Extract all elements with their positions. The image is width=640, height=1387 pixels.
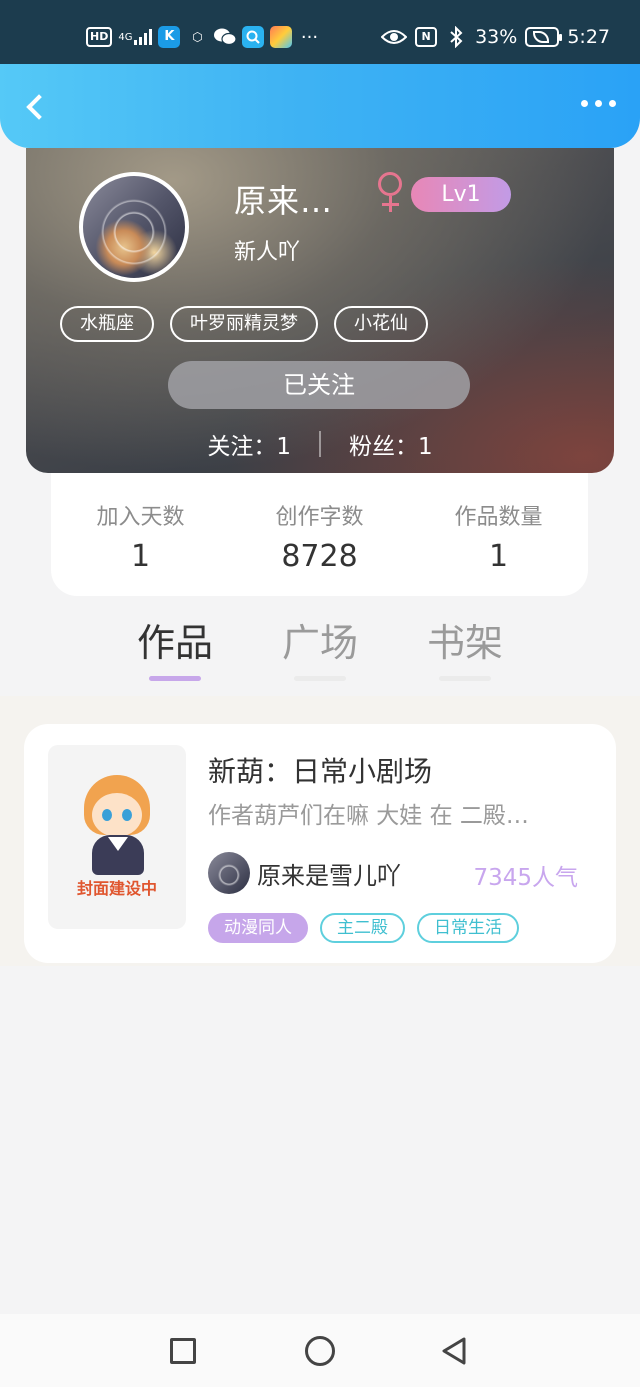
divider: [319, 431, 321, 457]
home-icon[interactable]: [305, 1336, 335, 1366]
status-bar-right: N 33% 5:27: [381, 26, 610, 48]
back-triangle-icon[interactable]: [440, 1336, 470, 1366]
profile-tags: 水瓶座 叶罗丽精灵梦 小花仙: [60, 306, 428, 342]
bluetooth-icon: [445, 26, 467, 48]
hexagon-icon: ⬡: [192, 30, 203, 44]
search-app-icon: [242, 26, 265, 48]
profile-card: 原来… Lv1 新人吖 水瓶座 叶罗丽精灵梦 小花仙 已关注 关注：1 粉丝：1: [26, 148, 614, 473]
tab-bookshelf[interactable]: 书架: [405, 612, 525, 667]
app-k-icon: K: [158, 26, 181, 48]
tab-square[interactable]: 广场: [260, 612, 380, 667]
followers-count[interactable]: 粉丝：1: [349, 427, 433, 461]
battery-icon: [525, 27, 563, 47]
clock: 5:27: [567, 26, 610, 48]
popularity-count: 7345人气: [473, 865, 578, 891]
back-button[interactable]: [18, 92, 54, 128]
chevron-left-icon: [26, 94, 52, 120]
stat-value: 1: [130, 539, 151, 574]
stat-value: 1: [488, 539, 509, 574]
username: 原来…: [234, 182, 334, 220]
work-description: 作者葫芦们在嘛 大娃 在 二殿…: [208, 803, 529, 829]
signal-label: 4G: [118, 31, 133, 43]
tab-works[interactable]: 作品: [115, 612, 235, 667]
status-bar-left: HD 4G K ⬡ ···: [86, 26, 320, 48]
recents-icon[interactable]: [170, 1338, 196, 1364]
author-name[interactable]: 原来是雪儿吖: [257, 856, 401, 891]
content-tabs: 作品 广场 书架: [0, 612, 640, 692]
stat-label: 加入天数: [96, 505, 185, 530]
store-app-icon: [270, 26, 293, 48]
stat-label: 作品数量: [454, 505, 543, 530]
stats-card: 加入天数 1 创作字数 8728 作品数量 1: [51, 473, 588, 596]
profile-tag[interactable]: 叶罗丽精灵梦: [170, 306, 318, 342]
signal-icon: 4G: [118, 26, 153, 48]
level-badge: Lv1: [411, 177, 511, 212]
top-header: [0, 64, 640, 148]
battery-percent: 33%: [475, 26, 518, 48]
profile-tag[interactable]: 水瓶座: [60, 306, 154, 342]
user-subtitle: 新人吖: [234, 240, 301, 265]
wechat-icon: [214, 26, 237, 48]
work-tag[interactable]: 主二殿: [320, 913, 405, 943]
work-tags: 动漫同人 主二殿 日常生活: [208, 913, 519, 943]
eye-icon: [381, 26, 408, 48]
author-avatar[interactable]: [208, 852, 250, 894]
stat-value: 8728: [281, 539, 358, 574]
tab-indicator: [294, 676, 346, 681]
system-nav-bar: [0, 1314, 640, 1387]
cover-placeholder-text: 封面建设中: [76, 879, 157, 898]
follow-counts: 关注：1 粉丝：1: [26, 426, 614, 462]
hd-icon: HD: [86, 27, 113, 47]
work-title: 新葫：日常小剧场: [208, 755, 433, 788]
profile-tag[interactable]: 小花仙: [334, 306, 428, 342]
cover-image: 封面建设中: [48, 745, 186, 929]
cover-character-illustration: [78, 775, 156, 879]
follow-button[interactable]: 已关注: [168, 361, 470, 409]
following-count[interactable]: 关注：1: [207, 427, 291, 461]
tab-indicator-active: [149, 676, 201, 681]
more-dots-icon: ···: [300, 26, 319, 48]
work-card[interactable]: 封面建设中 新葫：日常小剧场 作者葫芦们在嘛 大娃 在 二殿… 原来是雪儿吖 7…: [24, 724, 616, 963]
avatar[interactable]: [79, 172, 189, 282]
stat-join-days: 加入天数 1: [51, 473, 230, 596]
work-tag-category[interactable]: 动漫同人: [208, 913, 308, 943]
female-icon: [376, 172, 406, 216]
stat-works-count: 作品数量 1: [409, 473, 588, 596]
work-tag[interactable]: 日常生活: [417, 913, 519, 943]
more-options-button[interactable]: [581, 100, 616, 107]
stat-word-count: 创作字数 8728: [230, 473, 409, 596]
nfc-icon: N: [415, 27, 438, 47]
stat-label: 创作字数: [275, 505, 364, 530]
tab-indicator: [439, 676, 491, 681]
